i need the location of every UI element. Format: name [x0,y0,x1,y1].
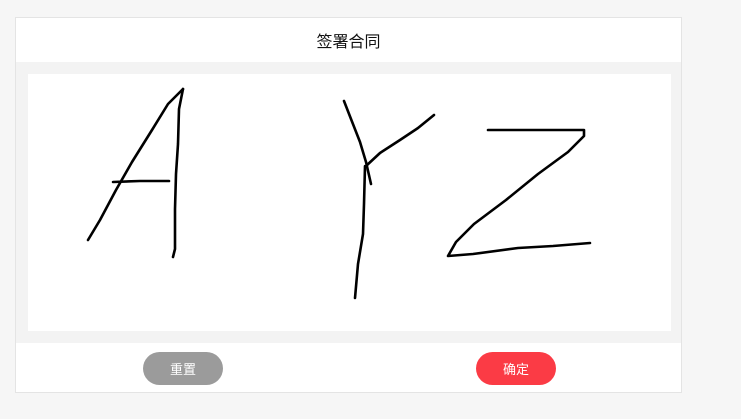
stroke-a-bar [111,179,171,184]
reset-button[interactable]: 重置 [143,352,223,385]
action-bar: 重置 确定 [16,343,681,394]
signature-area [16,62,681,343]
stroke-a-left [86,87,185,242]
sign-contract-panel: 签署合同 重置 确定 [15,17,682,393]
stroke-y-stem [353,164,367,300]
confirm-button[interactable]: 确定 [476,352,556,385]
stroke-y-left [342,99,373,186]
stroke-y-right [364,113,436,168]
stroke-z [446,128,592,258]
signature-canvas[interactable] [28,74,671,331]
panel-title: 签署合同 [316,32,381,51]
signature-strokes [86,87,592,300]
stroke-a-right [171,87,185,259]
